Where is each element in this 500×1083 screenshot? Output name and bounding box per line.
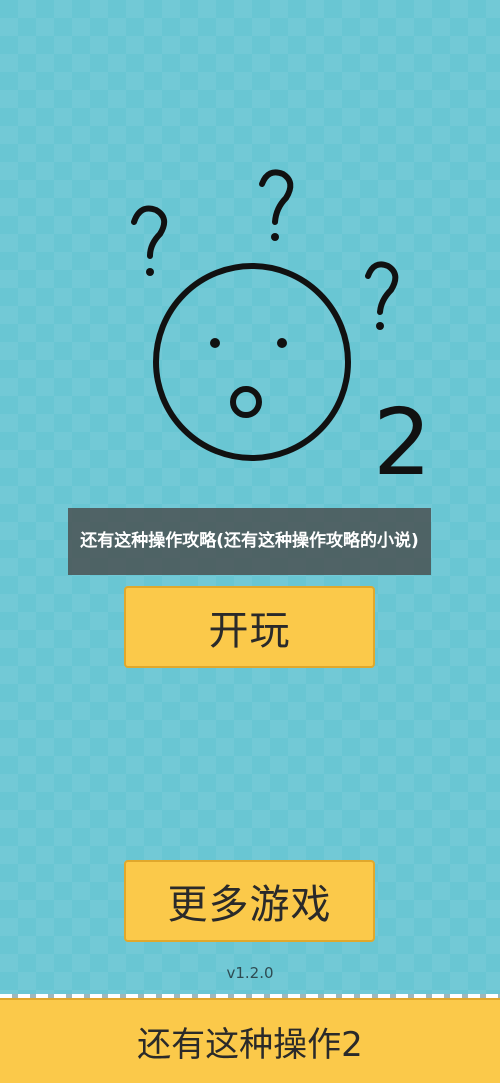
question-mark-right	[365, 261, 399, 315]
play-button[interactable]: 开玩	[124, 586, 375, 668]
logo-number: 2	[373, 389, 432, 496]
question-mark-left	[131, 205, 168, 259]
more-games-button[interactable]: 更多游戏	[124, 860, 375, 942]
sequel-banner[interactable]: 还有这种操作2	[0, 998, 500, 1083]
title-caption: 还有这种操作攻略(还有这种操作攻略的小说)	[68, 508, 431, 575]
face-circle	[153, 263, 351, 461]
confused-face-logo: 2	[131, 169, 432, 496]
caption-text: 还有这种操作攻略(还有这种操作攻略的小说)	[80, 531, 419, 551]
version-label: v1.2.0	[226, 964, 274, 982]
right-eye	[277, 338, 287, 348]
mouth	[230, 386, 262, 418]
question-mark-top	[259, 169, 294, 225]
left-eye	[210, 338, 220, 348]
